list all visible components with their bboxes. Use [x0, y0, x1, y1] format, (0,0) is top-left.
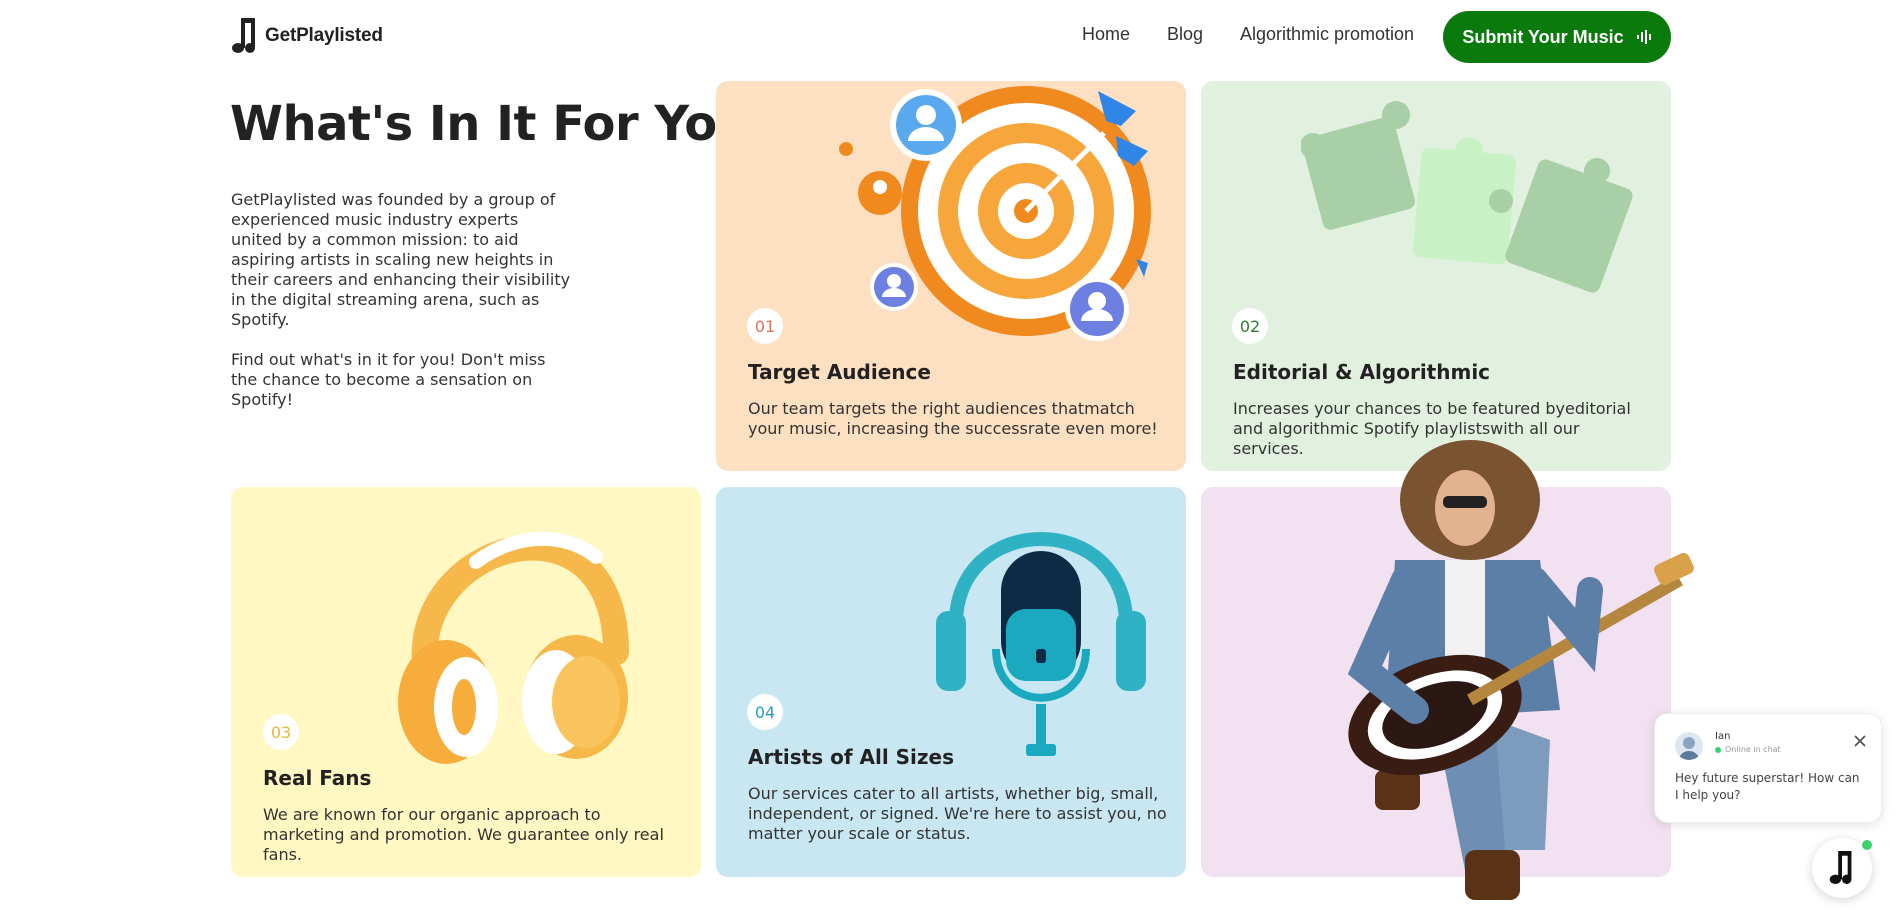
card-number-badge: 03	[263, 714, 299, 750]
nav-link-algorithmic-promotion[interactable]: Algorithmic promotion	[1240, 24, 1414, 45]
target-illustration	[839, 86, 1151, 341]
intro-paragraph-2: Find out what's in it for you! Don't mis…	[231, 350, 546, 409]
card-title: Target Audience	[748, 360, 931, 384]
headphones-illustration	[398, 531, 629, 764]
close-icon[interactable]	[1851, 732, 1869, 750]
chat-popup[interactable]: Ian Online in chat Hey future superstar!…	[1654, 713, 1882, 823]
agent-avatar	[1675, 732, 1703, 760]
card-title: Editorial & Algorithmic	[1233, 360, 1491, 384]
online-dot-icon	[1860, 838, 1874, 852]
card-number-badge: 04	[747, 694, 783, 730]
logo-text: GetPlaylisted	[265, 25, 383, 46]
music-note-logo-icon	[232, 18, 255, 53]
music-note-logo-icon	[1829, 851, 1852, 885]
card-number-badge: 01	[747, 308, 783, 344]
card-number: 01	[754, 316, 776, 336]
feature-card-artists-all-sizes: 04 Artists of All Sizes Our services cat…	[716, 487, 1186, 877]
microphone-illustration	[936, 532, 1146, 756]
agent-status-text: Online in chat	[1725, 745, 1781, 754]
logo[interactable]: GetPlaylisted	[231, 18, 383, 54]
top-navbar: GetPlaylisted Home Blog Algorithmic prom…	[0, 0, 1900, 76]
feature-card-target-audience: 01 Target Audience Our team targets the …	[716, 81, 1186, 471]
chat-launcher-button[interactable]	[1812, 838, 1874, 898]
card-number: 03	[270, 722, 292, 742]
nav-link-home[interactable]: Home	[1082, 24, 1130, 45]
feature-card-editorial-algorithmic: 02 Editorial & Algorithmic Increases you…	[1201, 81, 1671, 471]
agent-status: Online in chat	[1715, 745, 1781, 754]
card-description: Our team targets the right audiences tha…	[748, 399, 1158, 438]
card-number: 02	[1239, 316, 1261, 336]
guitarist-illustration	[1347, 440, 1694, 900]
card-description: Our services cater to all artists, wheth…	[748, 784, 1167, 843]
puzzle-illustration	[1301, 101, 1633, 293]
card-description: We are known for our organic approach to…	[263, 805, 664, 864]
agent-name: Ian	[1715, 731, 1731, 742]
sound-wave-icon	[1636, 30, 1651, 44]
card-title: Real Fans	[263, 766, 372, 790]
submit-music-button[interactable]: Submit Your Music	[1443, 11, 1671, 63]
online-dot-icon	[1715, 746, 1721, 753]
chat-message: Hey future superstar! How can I help you…	[1675, 771, 1860, 802]
submit-music-label: Submit Your Music	[1462, 26, 1624, 47]
card-number-badge: 02	[1232, 308, 1268, 344]
card-title: Artists of All Sizes	[748, 745, 955, 769]
card-number: 04	[754, 702, 776, 722]
section-heading: What's In It For You	[230, 96, 751, 152]
nav-link-blog[interactable]: Blog	[1167, 24, 1203, 45]
feature-card-real-fans: 03 Real Fans We are known for our organi…	[231, 487, 701, 877]
intro-paragraph-1: GetPlaylisted was founded by a group of …	[231, 190, 571, 329]
person-icon	[1679, 737, 1699, 760]
intro-text: GetPlaylisted was founded by a group of …	[231, 190, 571, 430]
